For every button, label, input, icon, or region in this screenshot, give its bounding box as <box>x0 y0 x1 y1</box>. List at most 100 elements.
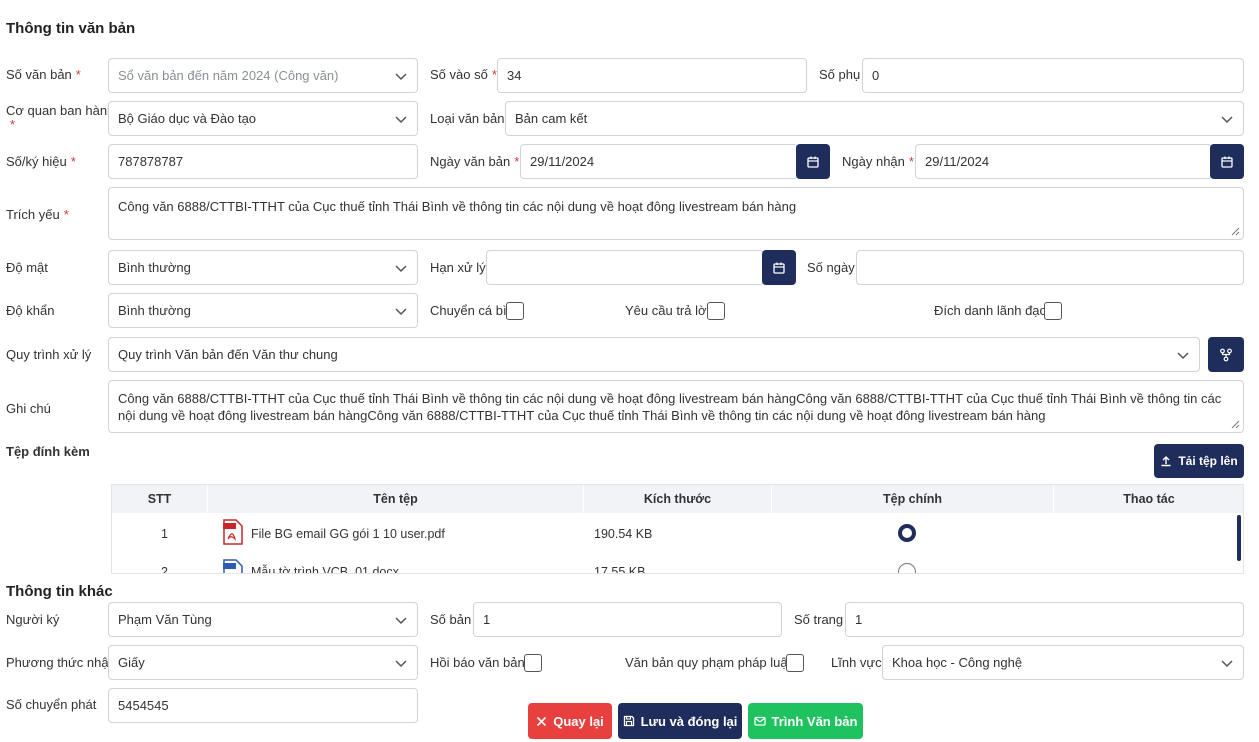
label-so-phu: Số phụ <box>819 67 861 82</box>
label-loai-van-ban: Loại văn bản <box>430 111 505 126</box>
ngay-nhan-calendar-button[interactable] <box>1210 144 1244 179</box>
label-quy-trinh: Quy trình xử lý <box>6 347 92 362</box>
col-thao-tac: Thao tác <box>1054 485 1243 513</box>
label-so-ky-hieu: Số/ký hiệu * <box>6 154 76 169</box>
dich-danh-checkbox[interactable] <box>1044 302 1062 320</box>
col-tep-chinh: Tệp chính <box>772 485 1054 513</box>
chevron-down-icon <box>395 307 407 315</box>
so-phu-input[interactable]: 0 <box>862 58 1244 93</box>
section-title-other: Thông tin khác <box>6 583 113 600</box>
yeu-cau-tra-loi-checkbox[interactable] <box>707 302 725 320</box>
co-quan-select[interactable]: Bộ Giáo dục và Đào tạo <box>108 101 418 136</box>
label-so-van-ban: Số văn bản * <box>6 67 81 82</box>
table-scrollbar[interactable] <box>1237 515 1241 561</box>
so-chuyen-phat-input[interactable]: 5454545 <box>108 688 418 723</box>
row-2-stt: 2 <box>161 565 168 574</box>
ngay-van-ban-input[interactable]: 29/11/2024 <box>520 144 798 179</box>
submit-document-button[interactable]: Trình Văn bản <box>748 703 863 739</box>
label-nguoi-ky: Người ký <box>6 612 60 627</box>
row-2-main-file-radio[interactable] <box>898 563 916 573</box>
so-van-ban-select[interactable]: Sổ văn bản đến năm 2024 (Công văn) <box>108 58 418 93</box>
chevron-down-icon <box>395 659 407 667</box>
so-ky-hieu-input[interactable]: 787878787 <box>108 144 418 179</box>
label-ngay-nhan: Ngày nhận * <box>842 154 914 169</box>
label-so-vao-so: Số vào số * <box>430 67 497 82</box>
calendar-icon <box>807 156 819 168</box>
ngay-van-ban-calendar-button[interactable] <box>796 144 830 179</box>
label-co-quan: Cơ quan ban hành * <box>6 103 115 132</box>
row-2-file-size: 17.55 KB <box>594 565 646 574</box>
label-so-trang: Số trang <box>794 612 844 627</box>
label-chuyen-ca-bi: Chuyển cá bì <box>430 303 507 318</box>
close-icon <box>537 716 547 726</box>
label-dich-danh: Đích danh lãnh đạo <box>934 303 1047 318</box>
save-icon <box>623 715 634 727</box>
label-yeu-cau-tra-loi: Yêu cầu trả lời <box>625 303 710 318</box>
send-mail-icon <box>753 716 766 726</box>
docx-file-icon <box>223 559 243 573</box>
do-mat-select[interactable]: Bình thường <box>108 250 418 285</box>
label-trich-yeu: Trích yếu * <box>6 207 69 222</box>
label-qppl: Văn bản quy phạm pháp luật <box>625 655 792 670</box>
chuyen-ca-bi-checkbox[interactable] <box>506 302 524 320</box>
row-1-stt: 1 <box>161 527 168 541</box>
back-button[interactable]: Quay lại <box>528 703 612 739</box>
han-xu-ly-calendar-button[interactable] <box>762 250 796 285</box>
section-title-main: Thông tin văn bản <box>6 20 136 37</box>
so-vao-so-input[interactable]: 34 <box>497 58 807 93</box>
linh-vuc-select[interactable]: Khoa học - Công nghệ <box>882 645 1244 680</box>
label-so-ngay: Số ngày <box>807 260 855 275</box>
label-ngay-van-ban: Ngày văn bản * <box>430 154 520 169</box>
ngay-nhan-input[interactable]: 29/11/2024 <box>915 144 1212 179</box>
col-kich-thuoc: Kích thước <box>584 485 772 513</box>
label-hoi-bao: Hồi báo văn bản <box>430 655 525 670</box>
label-ghi-chu: Ghi chú <box>6 401 51 416</box>
do-khan-select[interactable]: Bình thường <box>108 293 418 328</box>
ghi-chu-textarea[interactable]: Công văn 6888/CTTBI-TTHT của Cục thuế tỉ… <box>108 380 1244 433</box>
chevron-down-icon <box>395 616 407 624</box>
label-linh-vuc: Lĩnh vực <box>831 655 882 670</box>
resize-grip-icon[interactable] <box>1231 227 1240 236</box>
label-han-xu-ly: Hạn xử lý <box>430 260 486 275</box>
so-ngay-input[interactable] <box>856 250 1244 285</box>
workflow-button[interactable] <box>1208 337 1244 372</box>
resize-grip-icon[interactable] <box>1231 420 1240 429</box>
attachments-table: STT Tên tệp Kích thước Tệp chính Thao tá… <box>111 484 1244 574</box>
chevron-down-icon <box>1221 659 1233 667</box>
trich-yeu-textarea[interactable]: Công văn 6888/CTTBI-TTHT của Cục thuế tỉ… <box>108 187 1244 240</box>
loai-van-ban-select[interactable]: Bản cam kết <box>505 101 1244 136</box>
han-xu-ly-input[interactable] <box>486 250 764 285</box>
row-1-file-size: 190.54 KB <box>594 527 653 541</box>
upload-icon <box>1161 456 1171 467</box>
upload-file-button[interactable]: Tải tệp lên <box>1154 444 1244 478</box>
nguoi-ky-select[interactable]: Phạm Văn Tùng <box>108 602 418 637</box>
label-do-mat: Độ mật <box>6 260 48 275</box>
phuong-thuc-select[interactable]: Giấy <box>108 645 418 680</box>
row-1-file-name[interactable]: File BG email GG gói 1 10 user.pdf <box>251 527 445 541</box>
save-close-button[interactable]: Lưu và đóng lại <box>618 703 742 739</box>
calendar-icon <box>773 262 785 274</box>
chevron-down-icon <box>395 72 407 80</box>
row-2-file-name[interactable]: Mẫu tờ trình VCB_01.docx <box>251 565 399 573</box>
so-trang-input[interactable]: 1 <box>845 602 1244 637</box>
col-stt: STT <box>112 485 208 513</box>
label-so-ban: Số bản <box>430 612 472 627</box>
label-phuong-thuc: Phương thức nhận <box>6 655 116 670</box>
calendar-icon <box>1221 156 1233 168</box>
workflow-icon <box>1220 348 1232 361</box>
label-so-chuyen-phat: Số chuyển phát <box>6 697 97 712</box>
so-ban-input[interactable]: 1 <box>473 602 782 637</box>
table-header: STT Tên tệp Kích thước Tệp chính Thao tá… <box>112 485 1243 513</box>
col-ten-tep: Tên tệp <box>208 485 584 513</box>
chevron-down-icon <box>1221 115 1233 123</box>
label-do-khan: Độ khẩn <box>6 303 55 318</box>
chevron-down-icon <box>1177 351 1189 359</box>
attachments-label: Tệp đính kèm <box>6 444 90 459</box>
pdf-file-icon <box>223 519 243 545</box>
chevron-down-icon <box>395 115 407 123</box>
qppl-checkbox[interactable] <box>786 654 804 672</box>
hoi-bao-checkbox[interactable] <box>524 654 542 672</box>
row-1-main-file-radio[interactable] <box>898 524 916 542</box>
chevron-down-icon <box>395 264 407 272</box>
quy-trinh-select[interactable]: Quy trình Văn bản đến Văn thư chung <box>108 337 1200 372</box>
